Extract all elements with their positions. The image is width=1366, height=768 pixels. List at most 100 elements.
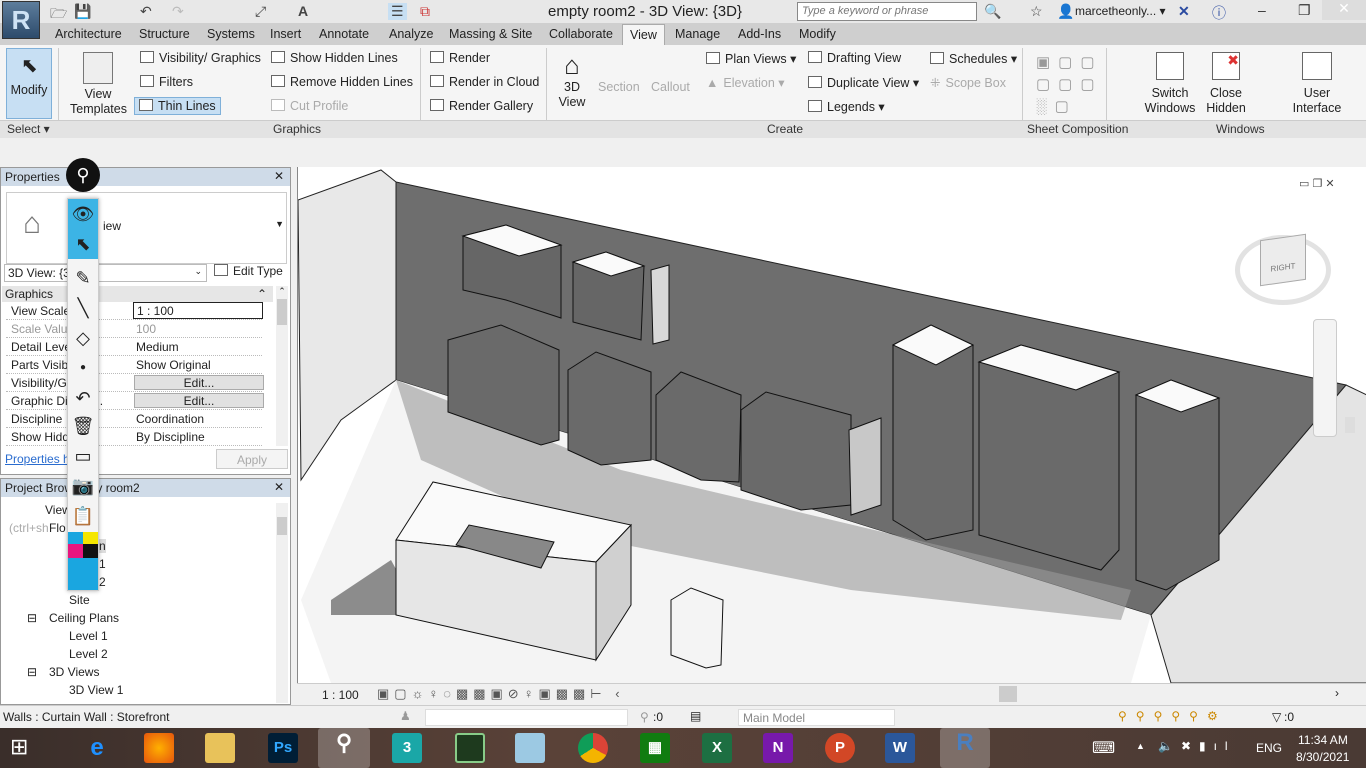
dot-icon[interactable]: ● xyxy=(68,353,98,383)
close-icon[interactable]: ✕ xyxy=(274,169,284,183)
app-menu-button[interactable]: R xyxy=(2,1,40,39)
cut-profile-button[interactable]: Cut Profile xyxy=(271,99,348,113)
clipboard-icon[interactable]: 📋 xyxy=(68,501,98,531)
3ds-max-icon[interactable]: 3 xyxy=(392,733,422,763)
tree-item[interactable]: n xyxy=(99,539,106,553)
tab-view[interactable]: View xyxy=(622,24,665,45)
close-button[interactable]: ✕ xyxy=(1322,0,1366,20)
tree-level-1[interactable]: Level 1 xyxy=(69,629,108,643)
expand-icon[interactable]: ⊟ xyxy=(27,665,37,679)
callout-button[interactable]: Callout xyxy=(651,80,690,94)
text-icon[interactable]: A xyxy=(298,3,308,19)
clock-date[interactable]: 8/30/2021 xyxy=(1296,750,1349,764)
minimize-button[interactable]: – xyxy=(1258,2,1266,18)
tab-manage[interactable]: Manage xyxy=(675,27,720,41)
type-selector[interactable]: ⌂ iew ▼ xyxy=(6,192,287,264)
start-button[interactable]: ⊞ xyxy=(10,734,28,760)
view-scale-button[interactable]: 1 : 100 xyxy=(322,688,359,702)
thin-lines-icon[interactable]: ☰ xyxy=(388,3,407,20)
whiteboard-icon[interactable]: ▭ xyxy=(68,441,98,471)
filters-button[interactable]: Filters xyxy=(140,75,193,89)
instance-selector[interactable]: 3D View: {3 ⌄ xyxy=(4,264,207,282)
edit-button[interactable]: Edit... xyxy=(134,393,264,408)
tree-level-2[interactable]: Level 2 xyxy=(69,647,108,661)
filter-icon[interactable]: ▽ xyxy=(1272,710,1281,724)
tree-3d-view-1[interactable]: 3D View 1 xyxy=(69,683,123,697)
tab-insert[interactable]: Insert xyxy=(270,27,301,41)
tab-massing-site[interactable]: Massing & Site xyxy=(449,27,532,41)
tray-icons[interactable]: 🔈✖▮ıl xyxy=(1158,739,1236,753)
design-option-dropdown[interactable]: Main Model xyxy=(738,709,895,726)
render-gallery-button[interactable]: Render Gallery xyxy=(430,99,533,113)
duplicate-view-button[interactable]: Duplicate View ▾ xyxy=(808,75,919,90)
navigation-bar[interactable] xyxy=(1313,319,1337,437)
switch-windows-button[interactable]: Switch Windows xyxy=(1144,52,1196,116)
3d-view-button[interactable]: ⌂ 3D View xyxy=(556,50,588,110)
remove-hidden-lines-button[interactable]: Remove Hidden Lines xyxy=(271,75,413,89)
tab-architecture[interactable]: Architecture xyxy=(55,27,122,41)
file-explorer-icon[interactable] xyxy=(205,733,235,763)
pen-tool-logo-icon[interactable]: ⚲ xyxy=(66,158,100,192)
user-menu[interactable]: marcetheonly... ▾ xyxy=(1075,4,1166,18)
keyboard-icon[interactable]: ⌨ xyxy=(1092,738,1115,758)
line-icon[interactable]: ╲ xyxy=(68,293,98,323)
properties-help-link[interactable]: Properties h xyxy=(5,452,70,466)
section-button[interactable]: Section xyxy=(598,80,640,94)
onenote-icon[interactable]: N xyxy=(763,733,793,763)
color-palette-icon[interactable] xyxy=(68,532,98,590)
3d-viewport[interactable]: ▭ ❐ ✕ RIGHT xyxy=(297,167,1366,684)
scroll-right-icon[interactable]: › xyxy=(1335,686,1339,700)
view-templates-button[interactable]: View Templates xyxy=(70,52,127,117)
search-input[interactable]: Type a keyword or phrase xyxy=(797,2,977,21)
trash-icon[interactable]: 🗑 xyxy=(68,411,98,441)
graphics-section-header[interactable]: Graphics ⌃ xyxy=(2,286,273,302)
render-button[interactable]: Render xyxy=(430,51,490,65)
redo-icon[interactable]: ↷ xyxy=(172,3,184,20)
drafting-view-button[interactable]: Drafting View xyxy=(808,51,901,65)
save-icon[interactable]: 💾 xyxy=(74,3,91,20)
legends-button[interactable]: Legends ▾ xyxy=(808,99,885,114)
exchange-icon[interactable]: ✕ xyxy=(1178,3,1190,20)
properties-scrollbar[interactable]: ⌃ xyxy=(276,286,288,446)
undo-icon[interactable]: ↶ xyxy=(140,3,152,20)
highlighter-icon[interactable]: ✎ xyxy=(68,263,98,293)
camera-icon[interactable]: 📷 xyxy=(68,471,98,501)
edge-icon[interactable]: e xyxy=(82,733,112,763)
language-indicator[interactable]: ENG xyxy=(1256,741,1282,755)
edit-type-button[interactable]: Edit Type xyxy=(214,264,283,278)
tray-expand-icon[interactable]: ▲ xyxy=(1136,741,1145,751)
excel-icon[interactable]: X xyxy=(702,733,732,763)
screen-sketch-icon[interactable] xyxy=(455,733,485,763)
star-icon[interactable]: ☆ xyxy=(1030,3,1043,20)
browser-scrollbar[interactable] xyxy=(276,503,288,703)
3d-model-canvas[interactable] xyxy=(297,167,1366,684)
tree-item[interactable]: 2 xyxy=(99,575,106,589)
tab-add-ins[interactable]: Add-Ins xyxy=(738,27,781,41)
tree-ceiling-plans[interactable]: Ceiling Plans xyxy=(49,611,119,625)
pen-tool-app-icon[interactable]: ⚲ xyxy=(318,728,370,768)
powerpoint-icon[interactable]: P xyxy=(825,733,855,763)
binoculars-icon[interactable]: 🔍 xyxy=(984,3,1001,20)
workset-dropdown[interactable] xyxy=(425,709,628,726)
elevation-button[interactable]: ▲ Elevation ▾ xyxy=(706,75,785,90)
eraser-icon[interactable]: ◇ xyxy=(68,323,98,353)
close-icon[interactable]: ✕ xyxy=(274,480,284,494)
tab-collaborate[interactable]: Collaborate xyxy=(549,27,613,41)
app-icon[interactable] xyxy=(515,733,545,763)
close-hidden-icon[interactable]: ⧉ xyxy=(420,3,430,20)
view-window-controls[interactable]: ▭ ❐ ✕ xyxy=(1299,177,1335,190)
tree-site[interactable]: Site xyxy=(69,593,90,607)
revit-icon[interactable]: R xyxy=(940,728,990,768)
render-cloud-button[interactable]: Render in Cloud xyxy=(430,75,539,89)
measure-icon[interactable]: ⤢ xyxy=(255,3,266,20)
selection-filter-icons[interactable]: ⚲⚲⚲⚲⚲⚙ xyxy=(1118,709,1227,723)
tab-analyze[interactable]: Analyze xyxy=(389,27,433,41)
schedules-button[interactable]: Schedules ▾ xyxy=(930,51,1017,66)
maximize-button[interactable]: ❐ xyxy=(1298,2,1311,19)
view-control-icons[interactable]: ▣▢☼♀◌▩▩▣⊘♀▣▩▩⊢ ‹ xyxy=(377,686,625,702)
calculator-icon[interactable]: ▦ xyxy=(640,733,670,763)
tab-annotate[interactable]: Annotate xyxy=(319,27,369,41)
close-hidden-button[interactable]: ✖ Close Hidden xyxy=(1204,52,1248,116)
firefox-icon[interactable] xyxy=(144,733,174,763)
modify-button[interactable]: ⬉ Modify xyxy=(6,48,52,119)
